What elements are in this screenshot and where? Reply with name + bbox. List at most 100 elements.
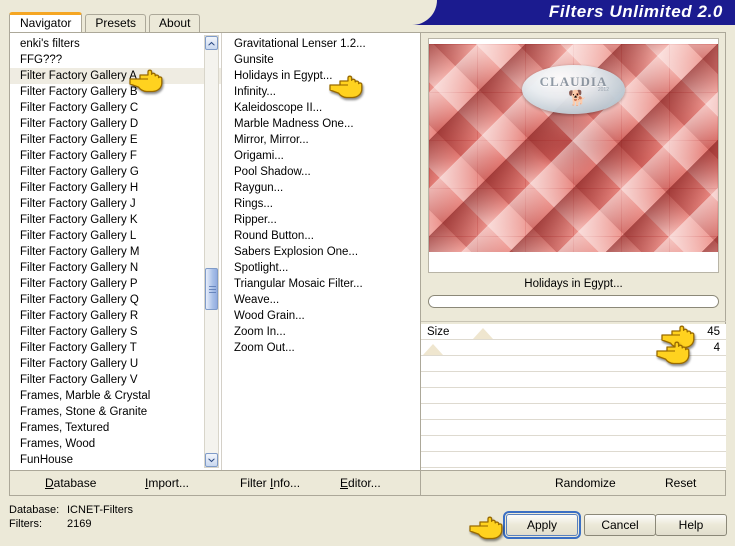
preview-panel: Holidays in Egypt... Size 45 4 CLAUDIA 201… [420,33,726,470]
filter-list-item[interactable]: Marble Madness One... [222,116,420,132]
category-list-item[interactable]: FFG??? [10,52,221,68]
filter-list-item-selected[interactable]: Holidays in Egypt... [234,70,332,82]
category-list-item[interactable]: Filter Factory Gallery H [10,180,221,196]
category-list[interactable]: enki's filters FFG??? Filter Factory Galle… [10,36,221,468]
category-list-item[interactable]: Filter Factory Gallery L [10,228,221,244]
title-banner: Filters Unlimited 2.0 [397,0,735,25]
category-list-scrollbar[interactable] [204,35,219,468]
randomize-button[interactable]: Randomize [555,475,616,491]
slider-row[interactable] [421,404,726,420]
editor-button[interactable]: Editor... [340,475,381,491]
filter-list-item[interactable]: Origami... [222,148,420,164]
category-list-item[interactable]: Filter Factory Gallery U [10,356,221,372]
filter-list-item[interactable]: Spotlight... [222,260,420,276]
database-button[interactable]: Database [45,475,96,491]
status-bar: Database: ICNET-Filters Filters: 2169 [9,503,133,531]
filter-list-item[interactable]: Zoom Out... [222,340,420,356]
filter-list-panel[interactable]: Gravitational Lenser 1.2... Gunsite Holida… [221,33,420,470]
parameter-sliders[interactable]: Size 45 4 [421,324,726,470]
filter-list-item[interactable]: Kaleidoscope II... [222,100,420,116]
reset-button[interactable]: Reset [665,475,696,491]
filter-list[interactable]: Gravitational Lenser 1.2... Gunsite Holida… [222,36,420,356]
tab-about[interactable]: About [149,14,201,33]
status-filters-row: Filters: 2169 [9,517,133,531]
slider-row[interactable]: 4 [421,340,726,356]
slider-thumb[interactable] [473,328,493,339]
render-progress-bar [428,295,719,308]
category-list-item[interactable]: Frames, Textured [10,420,221,436]
slider-thumb[interactable] [423,344,443,355]
cancel-button[interactable]: Cancel [584,514,656,536]
category-list-item[interactable]: Filter Factory Gallery E [10,132,221,148]
filter-list-item[interactable]: Zoom In... [222,324,420,340]
category-list-item[interactable]: Filter Factory Gallery R [10,308,221,324]
slider-row[interactable] [421,420,726,436]
filter-list-item[interactable]: Raygun... [222,180,420,196]
filter-list-item[interactable]: Holidays in Egypt... [222,68,420,84]
slider-row[interactable] [421,436,726,452]
slider-label: Size [427,326,450,338]
filter-list-item[interactable]: Sabers Explosion One... [222,244,420,260]
category-list-item[interactable]: Filter Factory Gallery F [10,148,221,164]
category-list-item[interactable]: Filter Factory Gallery M [10,244,221,260]
category-list-item[interactable]: Filter Factory Gallery K [10,212,221,228]
filter-list-item[interactable]: Triangular Mosaic Filter... [222,276,420,292]
watermark-dog-icon: 🐕 [568,90,587,107]
status-database-value: ICNET-Filters [67,504,133,516]
scrollbar-thumb[interactable] [205,268,218,310]
category-list-item[interactable]: Filter Factory Gallery S [10,324,221,340]
filter-list-item[interactable]: Round Button... [222,228,420,244]
main-panel: enki's filters FFG??? Filter Factory Galle… [9,32,726,496]
category-list-item[interactable]: Frames, Marble & Crystal [10,388,221,404]
category-list-item[interactable]: Frames, Wood [10,436,221,452]
slider-value: 45 [707,326,720,338]
slider-row[interactable] [421,452,726,468]
tab-presets[interactable]: Presets [85,14,147,33]
scroll-down-button[interactable] [205,453,218,467]
action-toolbar: Database Import... Filter Info... Editor… [10,470,725,496]
category-list-item[interactable]: Filter Factory Gallery Q [10,292,221,308]
category-list-item[interactable]: Filter Factory Gallery P [10,276,221,292]
filter-list-item[interactable]: Mirror, Mirror... [222,132,420,148]
toolbar-separator [420,471,421,496]
category-list-item[interactable]: Filter Factory Gallery N [10,260,221,276]
tab-navigator[interactable]: Navigator [9,12,83,33]
slider-row[interactable] [421,356,726,372]
category-list-item[interactable]: Filter Factory Gallery C [10,100,221,116]
filter-list-item[interactable]: Infinity... [222,84,420,100]
help-button[interactable]: Help [655,514,727,536]
category-list-item[interactable]: Filter Factory Gallery G [10,164,221,180]
category-list-item[interactable]: Filter Factory Gallery D [10,116,221,132]
slider-row[interactable]: Size 45 [421,324,726,340]
filter-list-item[interactable]: Gunsite [222,52,420,68]
app-title: Filters Unlimited 2.0 [548,2,723,21]
watermark-text: CLAUDIA [539,74,608,89]
filter-list-item[interactable]: Gravitational Lenser 1.2... [222,36,420,52]
import-button[interactable]: Import... [145,475,189,491]
category-list-item[interactable]: Filter Factory Gallery A [10,68,221,84]
filter-list-item[interactable]: Weave... [222,292,420,308]
filter-info-button[interactable]: Filter Info... [240,475,300,491]
category-list-item[interactable]: Filter Factory Gallery B [10,84,221,100]
filter-list-item[interactable]: Ripper... [222,212,420,228]
tab-bar: Navigator Presets About [9,12,201,33]
slider-row[interactable] [421,372,726,388]
watermark-logo: CLAUDIA 2012 🐕 [522,65,625,114]
category-list-item[interactable]: Filter Factory Gallery J [10,196,221,212]
category-list-item[interactable]: Filter Factory Gallery T [10,340,221,356]
status-database-row: Database: ICNET-Filters [9,503,133,517]
banner-notch [397,0,437,25]
filter-list-item[interactable]: Rings... [222,196,420,212]
apply-button[interactable]: Apply [503,511,581,539]
category-list-panel[interactable]: enki's filters FFG??? Filter Factory Galle… [10,33,221,470]
category-list-item[interactable]: FunHouse [10,452,221,468]
category-list-item[interactable]: Filter Factory Gallery V [10,372,221,388]
category-list-item[interactable]: Frames, Stone & Granite [10,404,221,420]
status-filters-label: Filters: [9,518,42,530]
scroll-up-button[interactable] [205,36,218,50]
filter-list-item[interactable]: Pool Shadow... [222,164,420,180]
filter-list-item[interactable]: Wood Grain... [222,308,420,324]
scrollbar-grip-icon [209,286,216,293]
slider-row[interactable] [421,388,726,404]
category-list-item[interactable]: enki's filters [10,36,221,52]
